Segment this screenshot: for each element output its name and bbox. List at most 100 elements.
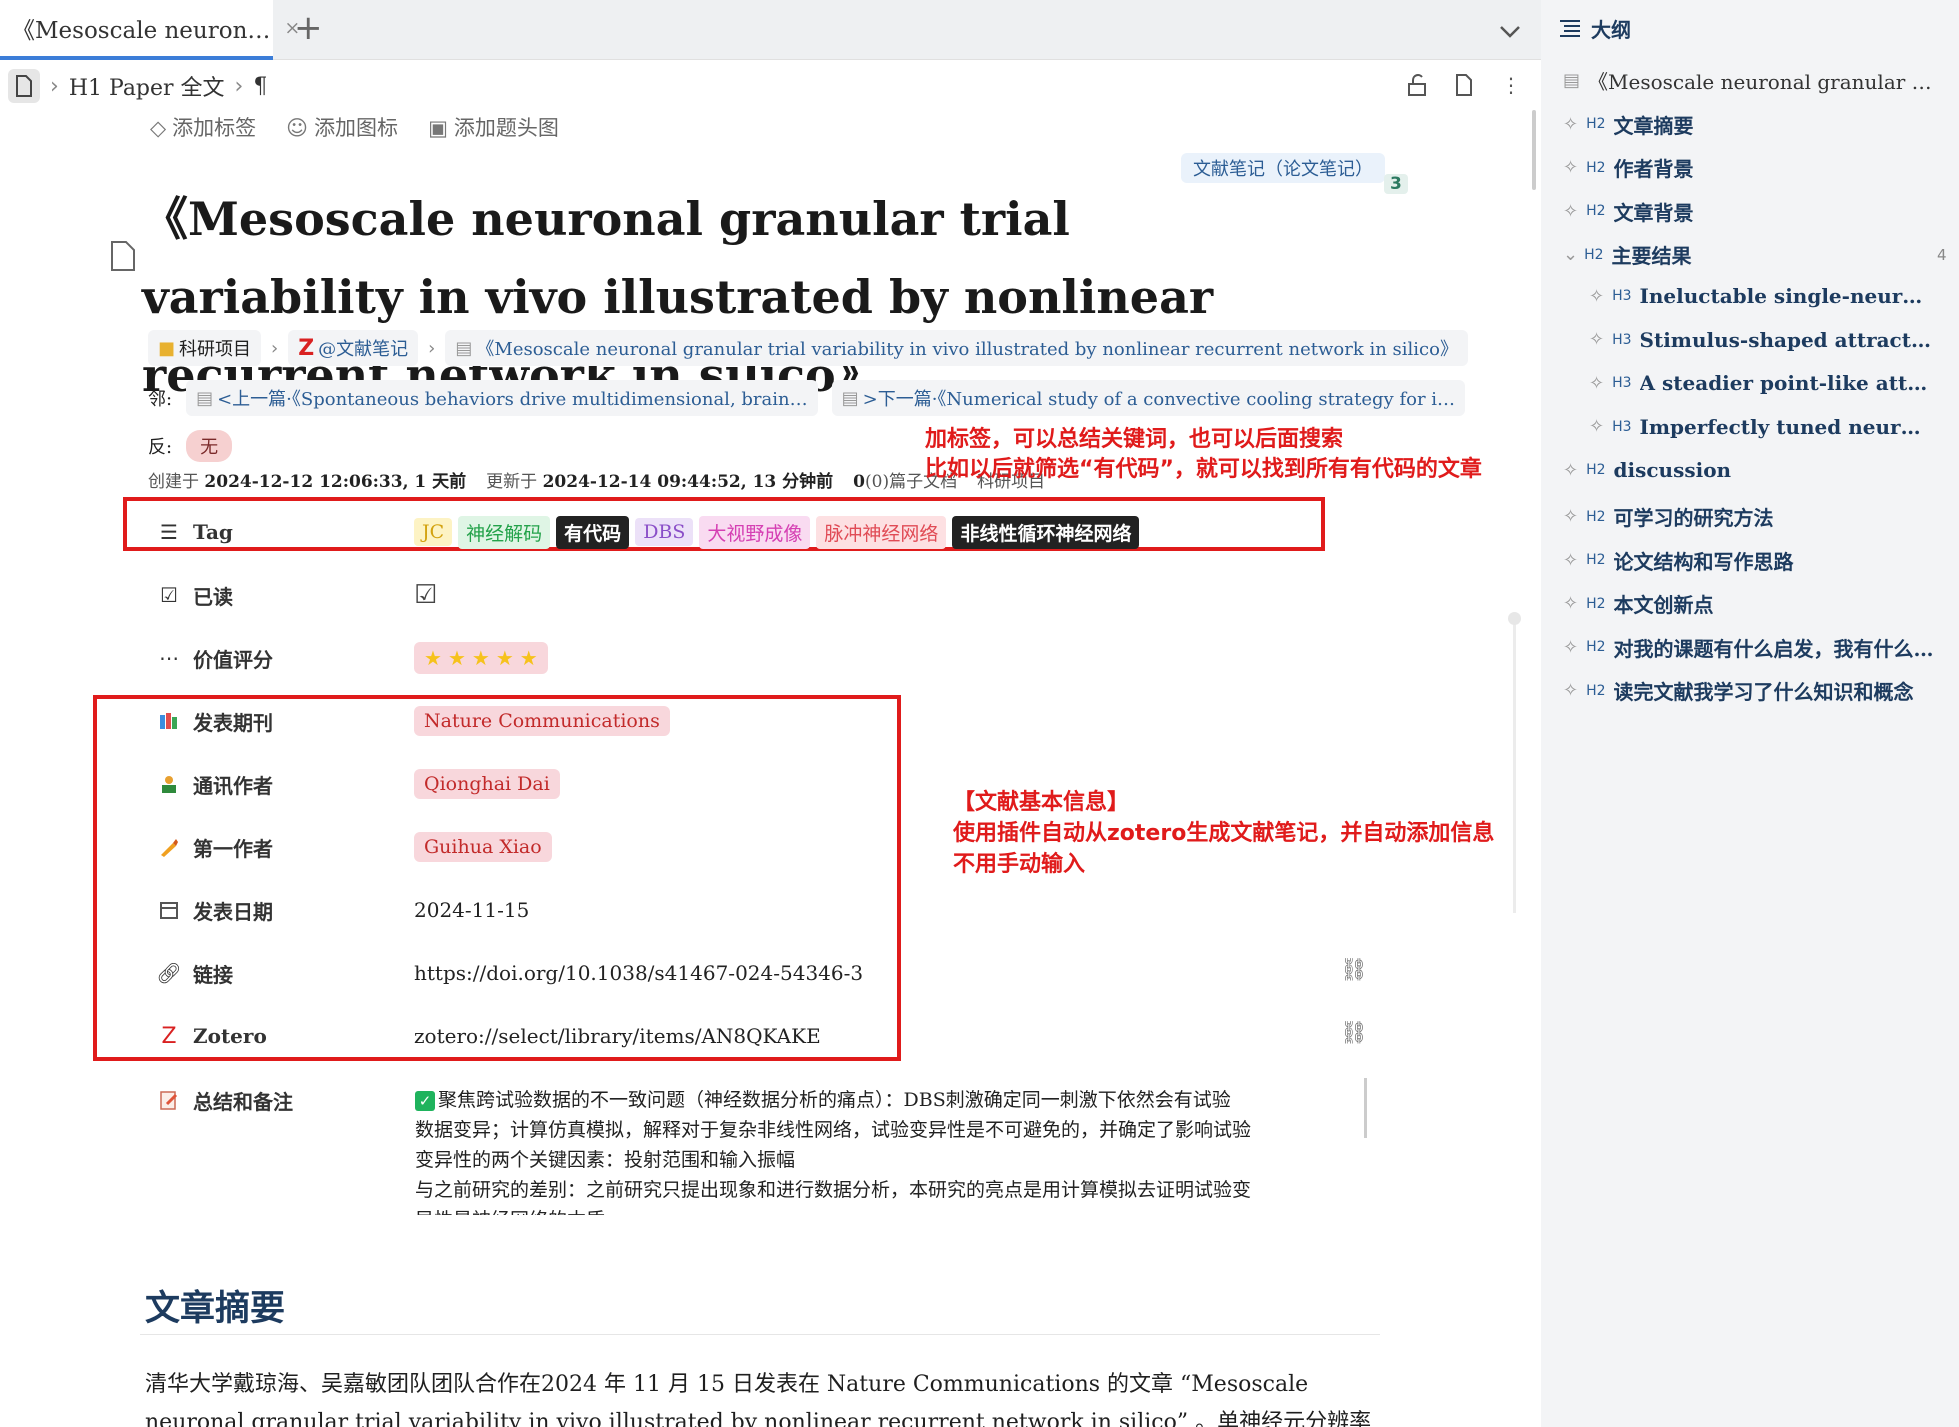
outline-item[interactable]: ✧ H2 本文创新点 bbox=[1563, 589, 1714, 618]
outline-item[interactable]: ✧ H2 论文结构和写作思路 bbox=[1563, 546, 1794, 575]
outline-item[interactable]: ✧ H2 读完文献我学习了什么知识和概念 bbox=[1563, 676, 1914, 705]
meta-row: 创建于 2024-12-12 12:06:33, 1 天前 更新于 2024-1… bbox=[148, 467, 1045, 492]
heading-level: H3 bbox=[1612, 375, 1632, 392]
backlinks-badge[interactable]: 无 bbox=[186, 430, 233, 462]
summary-line: 与之前研究的差别：之前研究只提出现象和进行数据分析，本研究的亮点是用计算模拟去证… bbox=[415, 1179, 1252, 1201]
chevron-right-icon: › bbox=[428, 337, 436, 359]
outline-item[interactable]: ✧H3Stimulus-shaped attractor mode… bbox=[1589, 328, 1932, 352]
heading-level: H2 bbox=[1584, 246, 1604, 263]
tab-document[interactable]: 《Mesoscale neuron… × bbox=[0, 0, 300, 60]
tag-annotation: 加标签，可以总结关键词，也可以后面搜索 比如以后就筛选“有代码”，就可以找到所有… bbox=[925, 427, 1482, 482]
heading-level: H3 bbox=[1612, 331, 1632, 348]
unlock-icon[interactable] bbox=[1404, 72, 1430, 98]
outline-item[interactable]: ⌄ H2 主要结果 4 bbox=[1563, 240, 1947, 269]
outline-item[interactable]: ✧ H2 文章摘要 bbox=[1563, 110, 1694, 139]
minimap-dot[interactable] bbox=[1508, 612, 1521, 625]
more-icon[interactable]: ⋮ bbox=[1498, 72, 1524, 98]
ref-count-badge[interactable]: 3 bbox=[1384, 174, 1408, 194]
outline-item[interactable]: ▤《Mesoscale neuronal granular trial v… bbox=[1563, 66, 1938, 95]
diamond-icon: ✧ bbox=[1563, 157, 1579, 179]
tag-chip[interactable]: 大视野成像 bbox=[699, 515, 811, 549]
chevron-down-icon[interactable]: ⌄ bbox=[1563, 244, 1578, 265]
outline-item[interactable]: ✧ H2 作者背景 bbox=[1563, 153, 1694, 182]
diamond-icon: ✧ bbox=[1563, 549, 1579, 571]
breadcrumb-heading[interactable]: H1 Paper 全文 bbox=[69, 70, 225, 102]
add-icon-button[interactable]: ☺ 添加图标 bbox=[286, 112, 398, 142]
tag-chip[interactable]: 非线性循环神经网络 bbox=[952, 515, 1140, 549]
editor-scrollbar[interactable] bbox=[1532, 110, 1536, 190]
outline-item[interactable]: ✧H3A steadier point-like attractor re… bbox=[1589, 371, 1932, 395]
outline-item[interactable]: ✧ H2 discussion bbox=[1563, 458, 1731, 482]
breadcrumb: › H1 Paper 全文 › ¶ bbox=[8, 68, 267, 104]
prop-tag: ☰ Tag bbox=[155, 512, 233, 552]
star-icon[interactable]: ★ bbox=[496, 646, 514, 670]
diamond-icon: ✧ bbox=[1589, 285, 1605, 307]
tag-chip[interactable]: DBS bbox=[635, 518, 694, 546]
document-icon[interactable] bbox=[110, 240, 136, 272]
tag-chip[interactable]: JC bbox=[414, 518, 453, 546]
diamond-icon: ✧ bbox=[1563, 636, 1579, 658]
tag-chip[interactable]: 脉冲神经网络 bbox=[816, 515, 947, 549]
document-icon[interactable] bbox=[8, 69, 40, 103]
path-document[interactable]: ▤ 《Mesoscale neuronal granular trial vari… bbox=[445, 330, 1468, 366]
chevron-down-icon[interactable] bbox=[1497, 18, 1523, 44]
outline-item[interactable]: ✧H3Ineluctable single-neuron and p… bbox=[1589, 284, 1932, 308]
heading-level: H3 bbox=[1612, 288, 1632, 304]
outline-item[interactable]: ✧H3Imperfectly tuned neurons cons… bbox=[1589, 415, 1932, 439]
diamond-icon: ✧ bbox=[1563, 200, 1579, 222]
next-doc-link[interactable]: ▤ >下一篇·《Numerical study of a convective c… bbox=[831, 380, 1466, 416]
star-icon[interactable]: ★ bbox=[424, 646, 442, 670]
info-annotation: 【文献基本信息】 使用插件自动从zotero生成文献笔记，并自动添加信息 不用手… bbox=[953, 790, 1495, 877]
file-icon[interactable] bbox=[1451, 72, 1477, 98]
page-title[interactable]: 《Mesoscale neuronal granular trial varia… bbox=[142, 180, 1332, 414]
dash-icon: ⋯ bbox=[159, 646, 179, 670]
heading-level: H2 bbox=[1586, 116, 1606, 133]
file-icon: ▤ bbox=[196, 387, 214, 409]
outline-item[interactable]: ✧ H2 对我的课题有什么启发，我有什么… bbox=[1563, 633, 1934, 662]
updated-info: 更新于 2024-12-14 09:44:52, 13 分钟前 bbox=[486, 472, 834, 492]
open-link-icon[interactable]: ⛓︎ bbox=[1340, 1021, 1368, 1046]
diamond-icon: ✧ bbox=[1589, 416, 1605, 438]
diamond-icon: ✧ bbox=[1563, 506, 1579, 527]
rating-value[interactable]: ★ ★ ★ ★ ★ bbox=[414, 638, 548, 678]
textarea-scrollbar[interactable] bbox=[1364, 1078, 1367, 1138]
summary-textarea[interactable]: ✓ 聚焦跨试验数据的不一致问题（神经数据分析的痛点）：DBS刺激确定同一刺激下依然… bbox=[415, 1085, 1345, 1215]
file-icon: ▤ bbox=[455, 337, 473, 359]
outline-item[interactable]: ✧ H2 文章背景 bbox=[1563, 197, 1694, 226]
section-heading[interactable]: 文章摘要 bbox=[145, 1280, 285, 1331]
neighbors-label: 邻: bbox=[148, 389, 173, 410]
add-cover-button[interactable]: ▣ 添加题头图 bbox=[428, 112, 559, 142]
zotero-icon: Z bbox=[298, 335, 315, 361]
outline-item[interactable]: ✧ H2 可学习的研究方法 bbox=[1563, 502, 1774, 531]
path-folder[interactable]: ■ 科研项目 bbox=[148, 330, 262, 366]
path-notebook[interactable]: Z @文献笔记 bbox=[288, 330, 419, 366]
chevron-right-icon: › bbox=[234, 73, 244, 99]
tag-chip[interactable]: 神经解码 bbox=[458, 515, 551, 549]
prop-summary: 总结和备注 bbox=[155, 1080, 293, 1120]
star-icon[interactable]: ★ bbox=[448, 646, 466, 670]
created-info: 创建于 2024-12-12 12:06:33, 1 天前 bbox=[148, 472, 467, 492]
h1-mark: H1 bbox=[68, 76, 102, 101]
list-icon: ☰ bbox=[160, 520, 178, 544]
heading-level: H2 bbox=[1586, 159, 1606, 176]
ref-note-badge[interactable]: 文献笔记（论文笔记） bbox=[1181, 153, 1385, 183]
star-icon[interactable]: ★ bbox=[520, 646, 538, 670]
star-icon[interactable]: ★ bbox=[472, 646, 490, 670]
outline-count: 4 bbox=[1937, 245, 1947, 264]
section-paragraph[interactable]: 清华大学戴琼海、吴嘉敏团队团队合作在2024 年 11 月 15 日发表在 Na… bbox=[145, 1366, 1375, 1427]
tag-icon: ◇ bbox=[150, 116, 167, 140]
open-link-icon[interactable]: ⛓︎ bbox=[1340, 958, 1368, 983]
read-checkbox[interactable]: ☑ bbox=[414, 575, 437, 615]
image-icon: ▣ bbox=[428, 116, 448, 140]
diamond-icon: ✧ bbox=[1563, 459, 1579, 481]
paragraph-icon[interactable]: ¶ bbox=[253, 74, 267, 99]
summary-line: 变异性的两个关键因素：投射范围和输入振幅 bbox=[415, 1149, 796, 1171]
heading-level: H2 bbox=[1586, 508, 1606, 525]
diamond-icon: ✧ bbox=[1589, 372, 1605, 394]
add-tag-button[interactable]: ◇ 添加标签 bbox=[150, 112, 256, 142]
chevron-right-icon: › bbox=[50, 73, 59, 99]
new-tab-button[interactable]: + bbox=[294, 8, 323, 48]
tag-chip[interactable]: 有代码 bbox=[556, 515, 630, 549]
prev-doc-link[interactable]: ▤ <上一篇·《Spontaneous behaviors drive multi… bbox=[186, 380, 818, 416]
stars[interactable]: ★ ★ ★ ★ ★ bbox=[414, 642, 548, 674]
